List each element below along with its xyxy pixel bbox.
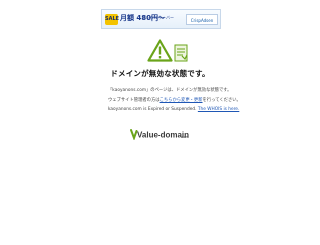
sale-badge: SALE xyxy=(105,14,119,25)
logo-suffix: .com xyxy=(181,135,189,139)
message-line-2-prefix: ウェブサイト管理者の方は xyxy=(108,98,160,103)
message-line-1: 「kaoyanons.com」のページは、ドメインが無効な状態です。 xyxy=(108,88,232,93)
whois-link[interactable]: The WHOIS is here. xyxy=(198,107,239,112)
banner-cert-logo: CrispAdsen xyxy=(186,14,218,25)
message-line-3: kaoyanons.com is Expired or Suspended. T… xyxy=(108,107,239,112)
page-heading: ドメインが無効な状態です。 xyxy=(110,69,210,78)
message-line-2-suffix: を行ってください。 xyxy=(202,98,241,103)
renew-link[interactable]: こちらから変更・更新 xyxy=(160,98,203,103)
banner-description: レンタルサーバー xyxy=(142,15,174,20)
message-line-2: ウェブサイト管理者の方はこちらから変更・更新を行ってください。 xyxy=(108,97,241,103)
value-domain-logo[interactable]: Value-domain .com xyxy=(130,128,190,140)
message-line-3-prefix: kaoyanons.com is Expired or Suspended. xyxy=(108,107,197,112)
document-icon xyxy=(174,44,188,62)
warning-icon xyxy=(147,39,173,62)
ad-banner[interactable]: SALE 月額 480円〜 レンタルサーバー CrispAdsen xyxy=(101,9,221,29)
